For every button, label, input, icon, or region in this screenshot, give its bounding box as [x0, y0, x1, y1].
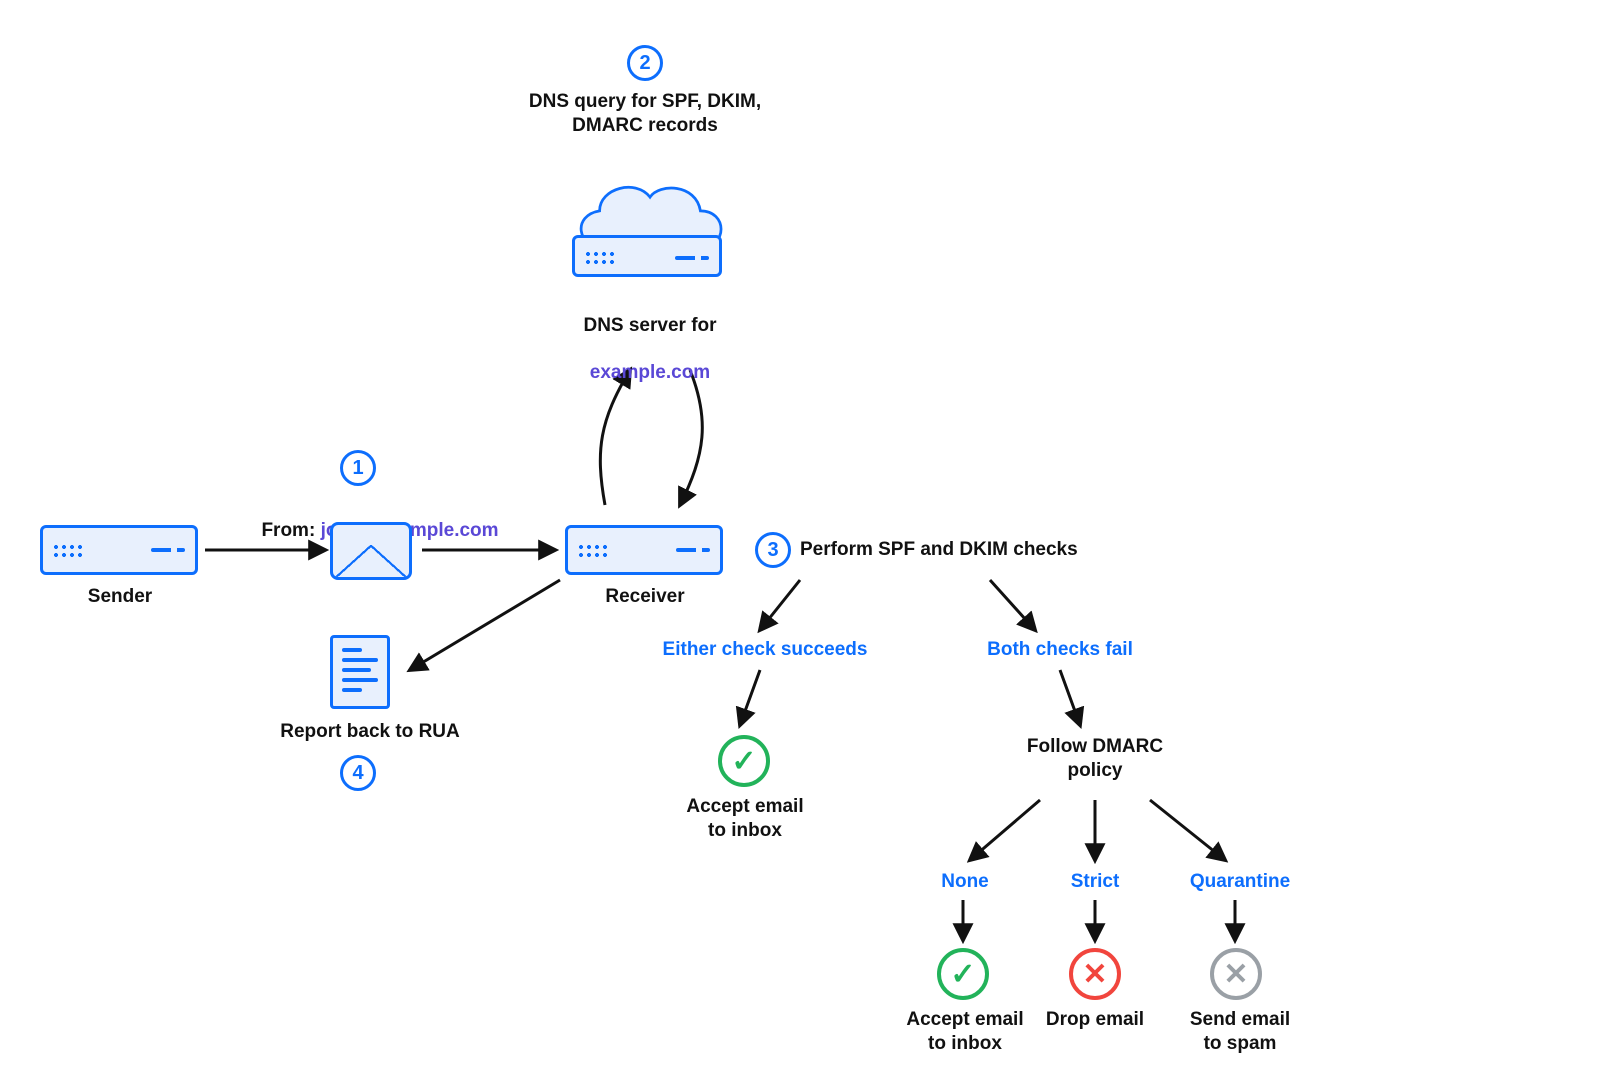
dmarc-flow-diagram: { "steps": { "s1": "1", "s2": "2", "s3":…	[0, 0, 1600, 1085]
policy-quarantine-label: Quarantine	[1180, 870, 1300, 894]
envelope-icon	[330, 522, 412, 580]
sender-server-icon	[40, 525, 198, 575]
step-2-caption: DNS query for SPF, DKIM, DMARC records	[500, 90, 790, 138]
sender-label: Sender	[60, 585, 180, 609]
drop-email-label: Drop email	[1035, 1008, 1155, 1032]
dns-server-label: DNS server for example.com	[530, 290, 770, 385]
policy-none-label: None	[930, 870, 1000, 894]
from-prefix: From:	[261, 520, 320, 541]
step-3-caption: Perform SPF and DKIM checks	[800, 538, 1100, 562]
send-spam-label: Send email to spam	[1170, 1008, 1310, 1056]
report-rua-label: Report back to RUA	[270, 720, 470, 744]
receiver-server-icon	[565, 525, 723, 575]
both-fail-label: Both checks fail	[960, 638, 1160, 662]
accept-inbox-label-2: Accept email to inbox	[895, 1008, 1035, 1056]
dns-server-domain: example.com	[590, 362, 710, 383]
either-succeeds-label: Either check succeeds	[650, 638, 880, 662]
receiver-label: Receiver	[590, 585, 700, 609]
accept-inbox-label-1: Accept email to inbox	[670, 795, 820, 843]
step-4-badge: 4	[340, 755, 376, 791]
follow-policy-label: Follow DMARC policy	[1010, 735, 1180, 783]
dns-server-prefix: DNS server for	[583, 315, 716, 336]
policy-strict-label: Strict	[1060, 870, 1130, 894]
accept-check-icon: ✓	[718, 735, 770, 787]
step-3-badge: 3	[755, 532, 791, 568]
dns-server-icon	[572, 235, 722, 277]
report-doc-icon	[330, 635, 390, 709]
step-1-badge: 1	[340, 450, 376, 486]
step-2-badge: 2	[627, 45, 663, 81]
strict-cross-icon: ✕	[1069, 948, 1121, 1000]
none-check-icon: ✓	[937, 948, 989, 1000]
quarantine-cross-icon: ✕	[1210, 948, 1262, 1000]
